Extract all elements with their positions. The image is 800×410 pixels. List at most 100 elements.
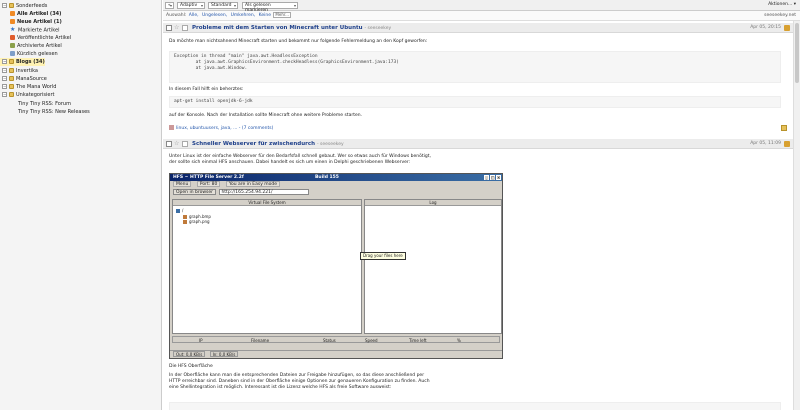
- expand-toggle-icon[interactable]: −: [2, 76, 7, 81]
- hfs-menu-button: Menu: [173, 181, 192, 187]
- sidebar-item[interactable]: Tiny Tiny RSS: Forum: [0, 100, 71, 108]
- feed-icon: [784, 141, 790, 147]
- order-select[interactable]: Standard: [208, 2, 238, 9]
- tag-icon: [169, 125, 174, 130]
- hfs-open-browser-button: Open in browser: [173, 189, 216, 195]
- sidebar-item-label: Tiny Tiny RSS: New Releases: [18, 109, 90, 115]
- sidebar-item-label: Veröffentlichte Artikel: [17, 35, 72, 41]
- main-toolbar: « Adaptiv Standard Als gelesen markieren…: [163, 0, 800, 13]
- article-text: der sollte sich einmal HFS anschauen. Da…: [169, 160, 411, 165]
- sidebar-item[interactable]: − Invertika: [0, 67, 38, 75]
- hfs-vfs-pane: Virtual File System / graph.bmp graph.pn…: [172, 199, 362, 334]
- sidebar-item[interactable]: ★ Markierte Artikel: [0, 26, 59, 34]
- sidebar-item[interactable]: − Sonderfeeds: [0, 2, 47, 10]
- article-header[interactable]: ☆ Schneller Webserver für zwischendurch …: [163, 139, 793, 149]
- actions-menu[interactable]: Aktionen... ▾: [768, 2, 796, 7]
- select-unread-link[interactable]: Ungelesen,: [202, 13, 227, 18]
- sidebar-item[interactable]: Kürzlich gelesen: [0, 50, 58, 58]
- toggle-sidebar-button[interactable]: «: [165, 2, 174, 9]
- sidebar-item[interactable]: Tiny Tiny RSS: New Releases: [0, 108, 90, 116]
- hfs-mode-button: You are in Easy mode: [225, 181, 281, 187]
- minimize-icon: _: [484, 175, 489, 180]
- sidebar-item-label: Tiny Tiny RSS: Forum: [18, 101, 71, 107]
- more-select[interactable]: Mehr...: [273, 11, 292, 18]
- code-block: apt-get install openjdk-6-jdk: [169, 96, 781, 108]
- folder-icon: [9, 3, 14, 8]
- article-footer-text: linux, ubuntuusers, java, ... - (7 comme…: [176, 126, 274, 131]
- publish-icon[interactable]: [182, 141, 188, 147]
- hfs-log-header: Log: [365, 200, 501, 206]
- select-all-link[interactable]: Alle,: [189, 13, 199, 18]
- image-caption: Die HFS Oberfläche: [169, 364, 213, 369]
- feed-title[interactable]: seeseekey.net: [764, 11, 796, 21]
- code-block: [169, 402, 781, 410]
- sidebar-item-label: ManaSource: [16, 76, 47, 82]
- hfs-build: Build 155: [315, 175, 339, 180]
- clock-icon: [10, 51, 15, 56]
- archive-icon: [10, 43, 15, 48]
- feed-icon: [784, 25, 790, 31]
- mark-read-button[interactable]: Als gelesen markieren: [242, 2, 298, 13]
- hfs-connections-header: IP Filename Status Speed Time left %: [172, 336, 500, 343]
- expand-toggle-icon[interactable]: −: [2, 3, 7, 8]
- article-tags[interactable]: linux, ubuntuusers, java, ... - (7 comme…: [169, 125, 273, 131]
- globe-icon: [176, 209, 180, 213]
- hfs-drag-hint: Drag your files here: [360, 252, 406, 260]
- sidebar-item[interactable]: Neue Artikel (1): [0, 18, 62, 26]
- col-time-left: Time left: [409, 338, 427, 343]
- sidebar-item[interactable]: − The Mana World: [0, 83, 56, 91]
- sidebar-item-label: Unkategorisiert: [16, 92, 55, 98]
- hfs-url-field: http://165.254.94.221/: [219, 189, 310, 195]
- article-text: Da möchte man nichtsahnend Minecraft sta…: [169, 39, 428, 44]
- folder-icon: [9, 68, 14, 73]
- article-checkbox[interactable]: [166, 25, 172, 31]
- note-icon[interactable]: [781, 125, 787, 131]
- col-status: Status: [323, 338, 336, 343]
- article-author: - seeseekey: [316, 142, 344, 147]
- headlines-pane: ☆ Probleme mit dem Starten von Minecraft…: [163, 21, 793, 410]
- expand-toggle-icon[interactable]: −: [2, 59, 7, 64]
- sidebar-item[interactable]: Veröffentlichte Artikel: [0, 34, 71, 42]
- hfs-vfs-header: Virtual File System: [173, 200, 361, 206]
- hfs-root-item: /: [176, 208, 183, 213]
- star-icon: ★: [10, 26, 16, 33]
- star-icon[interactable]: ☆: [174, 23, 179, 33]
- actions-label: Aktionen...: [768, 2, 793, 7]
- sidebar-item[interactable]: − ManaSource: [0, 75, 47, 83]
- select-invert-link[interactable]: Umkehren,: [231, 13, 256, 18]
- select-none-link[interactable]: Keine: [259, 13, 271, 18]
- expand-toggle-icon[interactable]: −: [2, 84, 7, 89]
- hfs-root-label: /: [182, 208, 184, 213]
- expand-toggle-icon[interactable]: −: [2, 68, 7, 73]
- star-icon[interactable]: ☆: [174, 139, 179, 149]
- headlines-scrollbar[interactable]: [793, 21, 800, 410]
- close-icon: ×: [496, 175, 501, 180]
- hfs-log-pane: Log: [364, 199, 502, 334]
- scrollbar-thumb[interactable]: [795, 23, 799, 83]
- file-icon: [183, 220, 187, 224]
- article-title-link[interactable]: Schneller Webserver für zwischendurch - …: [192, 139, 344, 150]
- sidebar-item[interactable]: − Unkategorisiert: [0, 91, 55, 99]
- rss-icon: [10, 19, 15, 24]
- sidebar-item-label: Neue Artikel (1): [17, 19, 62, 25]
- code-block: Exception in thread "main" java.awt.Head…: [169, 51, 781, 83]
- article-header[interactable]: ☆ Probleme mit dem Starten von Minecraft…: [163, 23, 793, 33]
- col-ip: IP: [199, 338, 203, 343]
- sidebar-item[interactable]: − Blogs (34): [0, 58, 45, 66]
- hfs-statusbar: Out: 0,0 KB/s In: 0,0 KB/s: [170, 350, 502, 358]
- article-title: Schneller Webserver für zwischendurch: [192, 141, 316, 147]
- col-speed: Speed: [365, 338, 378, 343]
- maximize-icon: □: [490, 175, 495, 180]
- feed-tree-sidebar: − Sonderfeeds Alle Artikel (34) Neue Artike…: [0, 0, 162, 410]
- publish-icon[interactable]: [182, 25, 188, 31]
- article-checkbox[interactable]: [166, 141, 172, 147]
- article-date: Apr 05, 11:09: [750, 141, 781, 146]
- hfs-title: HFS ~ HTTP File Server 2.2f: [173, 175, 244, 180]
- view-mode-select[interactable]: Adaptiv: [177, 2, 205, 9]
- folder-icon: [9, 59, 14, 64]
- sidebar-item-label: Kürzlich gelesen: [17, 51, 58, 57]
- expand-toggle-icon[interactable]: −: [2, 92, 7, 97]
- article-title-link[interactable]: Probleme mit dem Starten von Minecraft u…: [192, 23, 391, 34]
- sidebar-item[interactable]: Archivierte Artikel: [0, 42, 62, 50]
- sidebar-item[interactable]: Alle Artikel (34): [0, 10, 61, 18]
